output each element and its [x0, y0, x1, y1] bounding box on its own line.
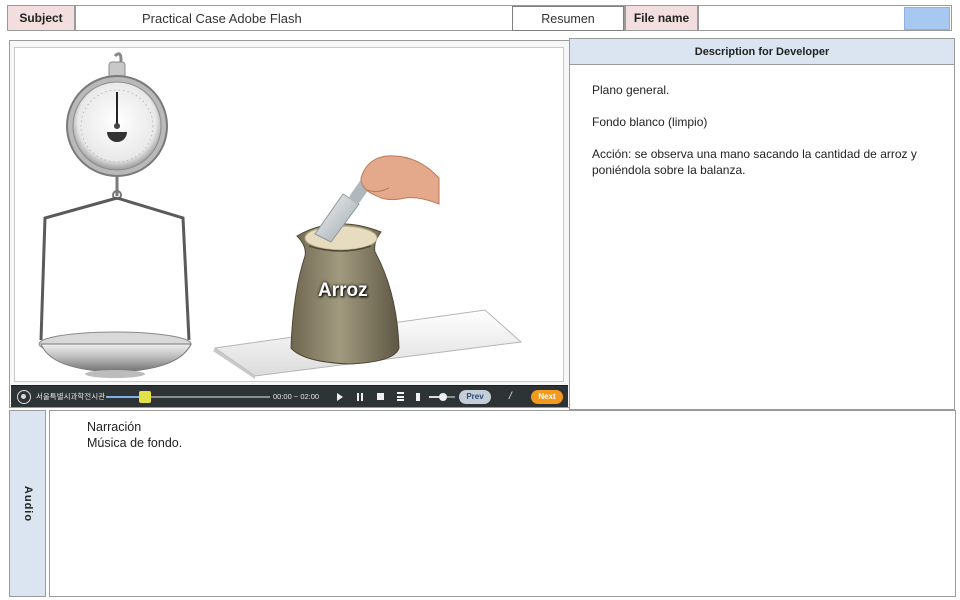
product-label: Arroz	[318, 280, 368, 301]
audio-label-text: Audio	[21, 485, 34, 522]
color-swatch	[904, 7, 950, 30]
pause-icon[interactable]	[357, 393, 363, 401]
next-button[interactable]: Next	[531, 390, 563, 404]
description-line-1: Plano general.	[592, 83, 670, 97]
brand-text: 서울특별시과학전시관	[36, 392, 105, 401]
stage-canvas: Arroz	[14, 47, 564, 382]
hanging-scale	[38, 52, 192, 378]
time-display: 00:00 ~ 02:00	[273, 392, 320, 401]
volume-track[interactable]	[429, 393, 455, 401]
logo-icon	[17, 390, 31, 404]
prev-button[interactable]: Prev	[459, 390, 491, 404]
stop-icon[interactable]	[377, 393, 384, 400]
media-player-bar: 서울특별시과학전시관 00:00 ~ 02:00 Prev / Next	[11, 385, 568, 407]
page-separator: /	[509, 391, 512, 402]
file-name-label: File name	[625, 5, 698, 31]
volume-icon[interactable]	[416, 393, 420, 401]
progress-track[interactable]	[106, 396, 270, 398]
list-icon[interactable]	[397, 392, 404, 401]
audio-notes: Narración Música de fondo.	[49, 410, 956, 597]
audio-line-1: Narración	[87, 420, 142, 434]
stage-illustration	[38, 52, 523, 379]
subject-label: Subject	[7, 5, 75, 31]
hand-with-scoop	[314, 155, 440, 243]
description-header: Description for Developer	[569, 38, 955, 65]
progress-thumb-icon[interactable]	[139, 391, 152, 403]
play-icon[interactable]	[337, 393, 343, 401]
description-body: Plano general. Fondo blanco (limpio) Acc…	[569, 65, 955, 410]
description-line-3: Acción: se observa una mano sacando la c…	[592, 147, 917, 177]
description-line-2: Fondo blanco (limpio)	[592, 115, 708, 129]
audio-line-2: Música de fondo.	[87, 436, 183, 450]
audio-side-label: Audio	[9, 410, 46, 597]
resumen-button[interactable]: Resumen	[512, 6, 624, 31]
